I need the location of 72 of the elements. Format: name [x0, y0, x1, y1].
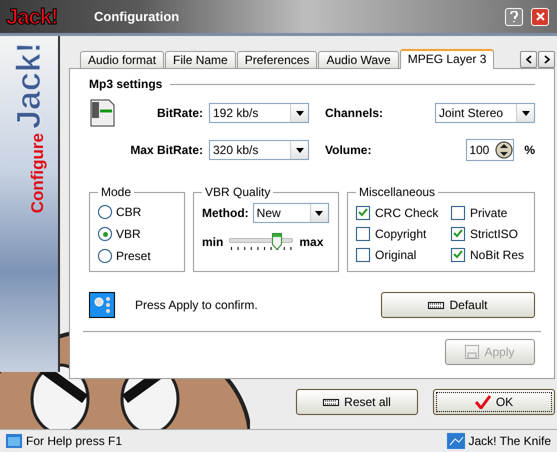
- radio-button[interactable]: [98, 249, 112, 263]
- bitrate-dropdown[interactable]: 192 kb/s: [209, 103, 309, 123]
- close-icon: [536, 12, 544, 21]
- slider-thumb[interactable]: [272, 233, 282, 250]
- status-app-name: Jack! The Knife: [468, 434, 551, 448]
- help-button[interactable]: [505, 8, 523, 26]
- checkbox-option[interactable]: StrictISO: [451, 224, 526, 243]
- chip-icon: [323, 398, 340, 406]
- field-label: BitRate:: [156, 106, 204, 120]
- checkbox[interactable]: [451, 206, 465, 220]
- field-label: Method:: [202, 206, 249, 220]
- checkbox-option[interactable]: NoBit Res: [451, 245, 526, 264]
- default-button[interactable]: Default: [381, 292, 535, 318]
- dropdown-arrow-icon: [315, 210, 324, 216]
- mp3-file-icon: [89, 99, 115, 127]
- window-title: Configuration: [94, 9, 180, 24]
- checkbox[interactable]: [356, 226, 370, 240]
- method-dropdown[interactable]: New: [252, 203, 329, 223]
- section-title: Mp3 settings: [89, 77, 162, 91]
- radio-button[interactable]: [98, 227, 112, 241]
- volume-spinbox[interactable]: 100: [466, 139, 514, 161]
- scroll-left-button[interactable]: [520, 51, 537, 68]
- field-label: Channels:: [325, 106, 384, 120]
- banner-caption: Configure: [28, 132, 48, 214]
- question-mark-icon: [510, 11, 518, 22]
- unit-label: %: [524, 143, 535, 157]
- checkbox[interactable]: [451, 248, 465, 262]
- app-icon: [446, 433, 464, 449]
- checkbox-option[interactable]: Copyright: [356, 224, 451, 243]
- group-title: VBR Quality: [204, 185, 272, 199]
- hint-text: Press Apply to confirm.: [135, 298, 259, 312]
- group-title: Mode: [100, 185, 132, 199]
- group-title: Miscellaneous: [358, 185, 436, 199]
- channels-dropdown[interactable]: Joint Stereo: [435, 103, 535, 123]
- field-label: Volume:: [325, 143, 372, 157]
- dropdown-arrow-icon: [296, 110, 304, 116]
- radio-option[interactable]: CBR: [98, 201, 176, 223]
- slider-ticks: [229, 247, 294, 251]
- chevron-left-icon: [526, 55, 532, 64]
- tab[interactable]: Audio format: [80, 51, 164, 68]
- checkbox[interactable]: [356, 248, 370, 262]
- settings-nodes-icon: [89, 292, 115, 318]
- checkbox-option[interactable]: CRC Check: [356, 203, 451, 222]
- tab[interactable]: File Name: [165, 51, 236, 68]
- banner-logo: Jack!: [10, 42, 48, 129]
- tab[interactable]: Audio Wave: [318, 51, 399, 68]
- chip-icon: [428, 302, 444, 308]
- radio-option[interactable]: VBR: [98, 223, 176, 245]
- field-label: Max BitRate:: [129, 143, 204, 157]
- status-help-text: For Help press F1: [26, 434, 124, 448]
- scroll-right-button[interactable]: [538, 51, 555, 68]
- check-mark-icon: [474, 395, 491, 409]
- checkbox[interactable]: [451, 226, 465, 240]
- checkbox-option[interactable]: Private: [451, 203, 526, 222]
- radio-button[interactable]: [98, 205, 112, 219]
- ok-button[interactable]: OK: [433, 389, 555, 415]
- tab[interactable]: MPEG Layer 3: [400, 49, 494, 69]
- checkbox[interactable]: [356, 206, 370, 220]
- max-bitrate-dropdown[interactable]: 320 kb/s: [209, 140, 309, 160]
- app-logo: Jack!: [6, 4, 58, 30]
- dropdown-arrow-icon: [296, 148, 304, 152]
- spinner-arrows-icon: [495, 141, 514, 159]
- checkbox-option[interactable]: Original: [356, 245, 451, 264]
- slider-min-label: min: [202, 235, 224, 249]
- reset-all-button[interactable]: Reset all: [296, 389, 418, 415]
- radio-option[interactable]: Preset: [98, 245, 176, 267]
- quality-slider[interactable]: [229, 233, 294, 251]
- dropdown-arrow-icon: [522, 110, 530, 116]
- close-button[interactable]: [531, 8, 549, 26]
- tab[interactable]: Preferences: [236, 51, 318, 68]
- slider-max-label: max: [299, 235, 324, 249]
- chevron-right-icon: [544, 55, 550, 64]
